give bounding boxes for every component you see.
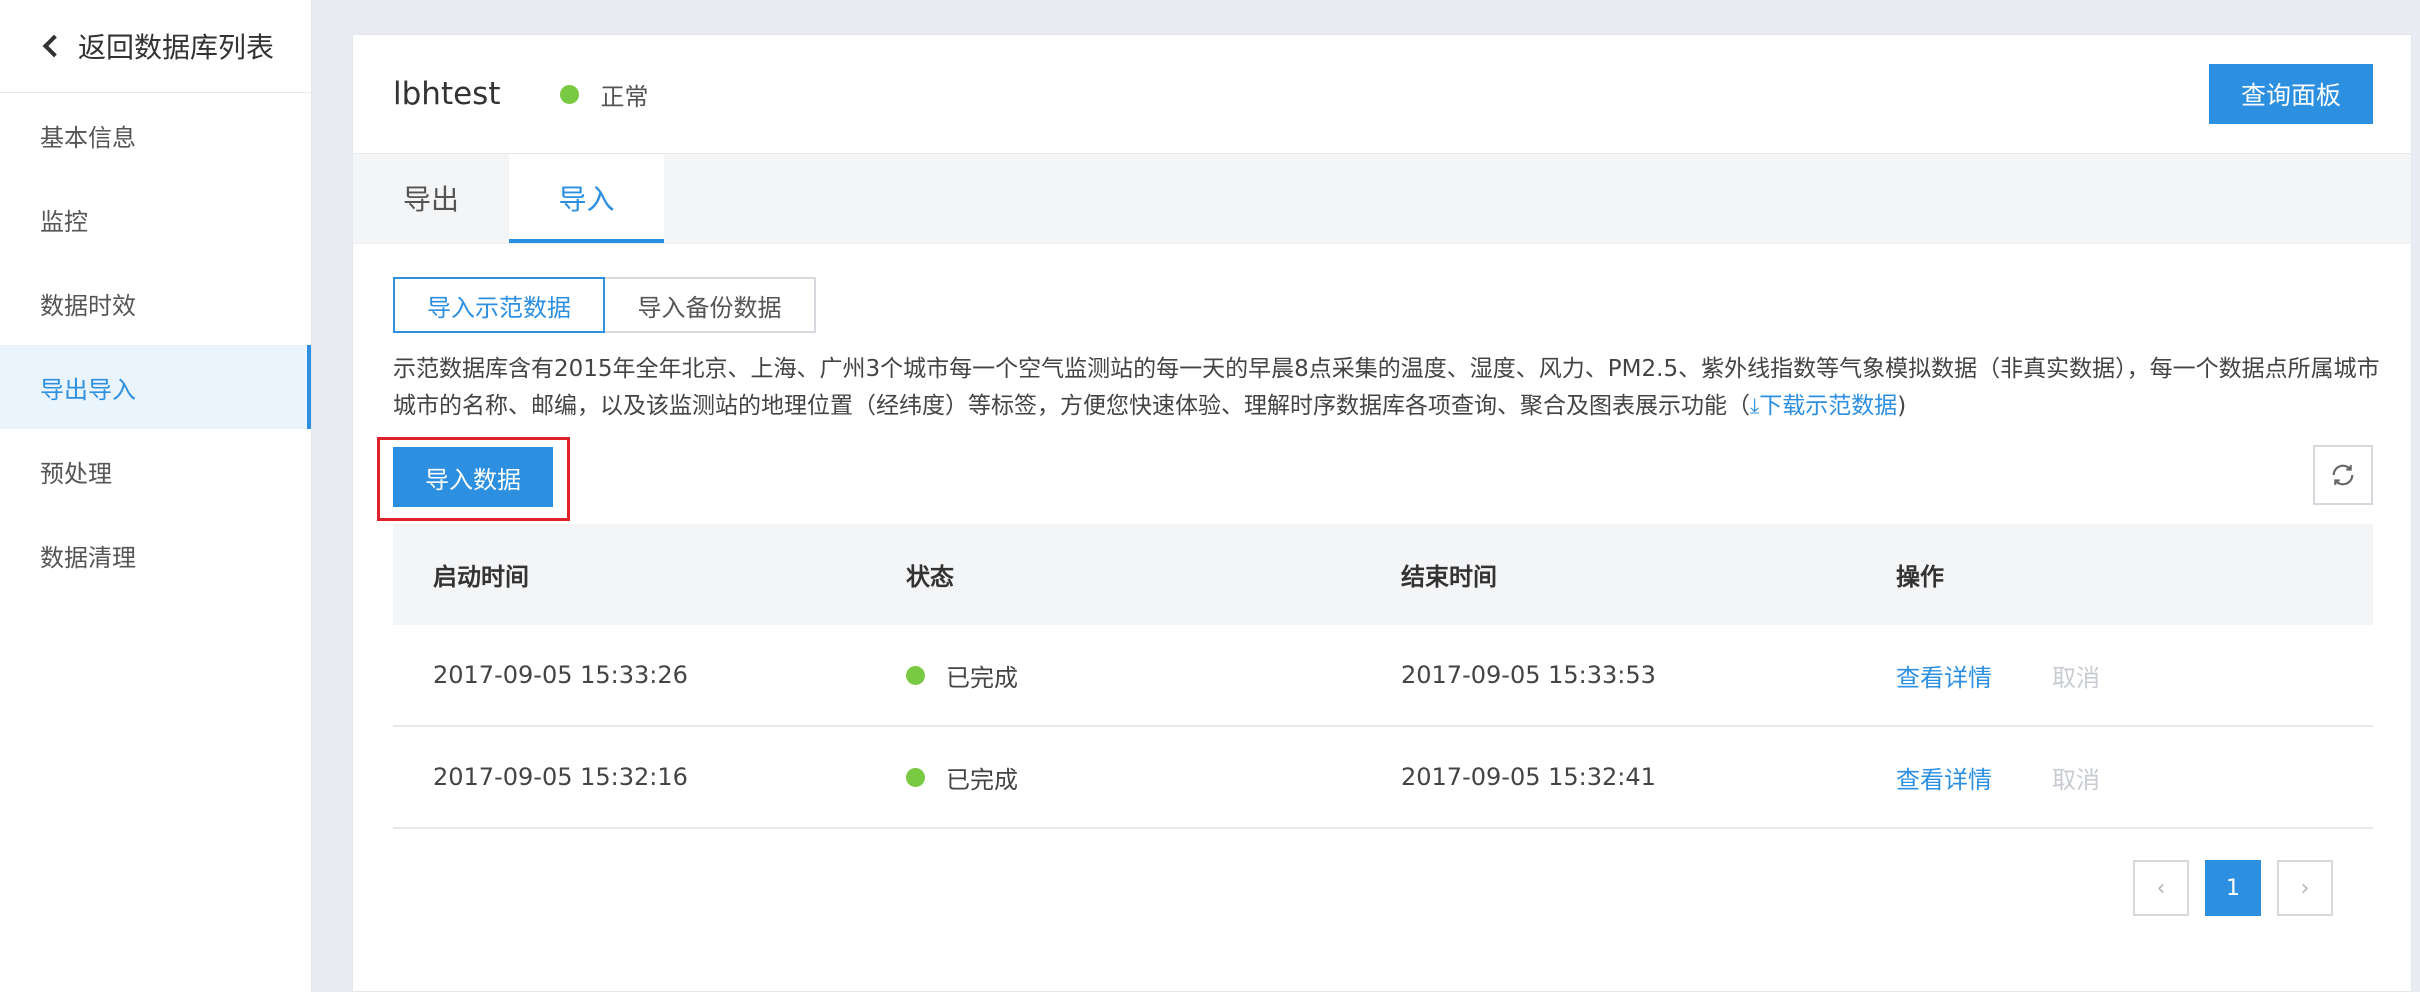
db-status: 正常: [600, 82, 649, 111]
sub-tab-import-demo[interactable]: 导入示范数据: [393, 277, 605, 333]
cell-actions: 查看详情 取消: [1856, 658, 2373, 693]
download-link-text: 下载示范数据: [1759, 393, 1898, 419]
cell-end-time: 2017-09-05 15:32:41: [1401, 763, 1656, 791]
status-dot-icon: [560, 84, 580, 104]
back-label: 返回数据库列表: [78, 31, 275, 64]
cell-start-time: 2017-09-05 15:33:26: [433, 661, 688, 689]
description-text: 示范数据库含有2015年全年北京、上海、广州3个城市每一个空气监测站的每一天的早…: [393, 356, 2380, 419]
tab-import[interactable]: 导入: [509, 153, 664, 243]
cancel-link: 取消: [2052, 765, 2100, 794]
cell-end-time: 2017-09-05 15:33:53: [1401, 661, 1656, 689]
sidebar-item-monitor[interactable]: 监控: [0, 177, 311, 261]
back-to-db-list-link[interactable]: 返回数据库列表: [0, 0, 311, 93]
col-header-start: 启动时间: [433, 563, 529, 591]
main-card: lbhtest 正常 查询面板 导出 导入 导入示范数据 导入备份数据 示范数据…: [352, 34, 2412, 992]
status-label: 已完成: [946, 765, 1018, 794]
sidebar-item-basic-info[interactable]: 基本信息: [0, 93, 311, 177]
success-dot-icon: [906, 767, 925, 787]
download-icon: ⤓: [1750, 394, 1760, 418]
tabs-bar: 导出 导入: [353, 153, 2411, 244]
sidebar-item-label: 基本信息: [40, 123, 136, 152]
db-name: lbhtest: [393, 76, 501, 112]
import-sub-tabs: 导入示范数据 导入备份数据: [393, 277, 816, 333]
import-data-button[interactable]: 导入数据: [393, 447, 553, 507]
col-header-actions: 操作: [1896, 563, 1944, 591]
description-suffix: ): [1897, 393, 1907, 419]
prev-page-button[interactable]: ‹: [2133, 860, 2189, 916]
sidebar: 返回数据库列表 基本信息 监控 数据时效 导出导入 预处理 数据清理: [0, 0, 312, 992]
sidebar-item-export-import[interactable]: 导出导入: [0, 345, 311, 429]
sidebar-item-data-cleanup[interactable]: 数据清理: [0, 513, 311, 597]
sidebar-item-preprocess[interactable]: 预处理: [0, 429, 311, 513]
sidebar-item-label: 导出导入: [40, 375, 136, 404]
sidebar-item-label: 数据清理: [40, 543, 136, 572]
cancel-link: 取消: [2052, 663, 2100, 692]
cell-status: 已完成: [866, 658, 1361, 693]
refresh-icon: [2332, 464, 2354, 486]
col-header-status: 状态: [906, 563, 954, 591]
status-label: 已完成: [946, 663, 1018, 692]
tab-export[interactable]: 导出: [353, 153, 509, 243]
col-header-end: 结束时间: [1401, 563, 1497, 591]
cell-status: 已完成: [866, 760, 1361, 795]
table-row: 2017-09-05 15:33:26 已完成 2017-09-05 15:33…: [393, 625, 2373, 727]
table-row: 2017-09-05 15:32:16 已完成 2017-09-05 15:32…: [393, 727, 2373, 829]
next-page-button[interactable]: ›: [2277, 860, 2333, 916]
demo-description: 示范数据库含有2015年全年北京、上海、广州3个城市每一个空气监测站的每一天的早…: [393, 351, 2383, 425]
db-header: lbhtest 正常 查询面板: [353, 35, 2411, 154]
success-dot-icon: [906, 665, 925, 685]
page-1-button[interactable]: 1: [2205, 860, 2261, 916]
table-header: 启动时间 状态 结束时间 操作: [393, 524, 2373, 625]
sidebar-item-label: 数据时效: [40, 291, 136, 320]
sidebar-item-label: 预处理: [40, 459, 112, 488]
download-demo-link[interactable]: ⤓下载示范数据: [1750, 393, 1897, 419]
chevron-left-icon: [42, 34, 66, 58]
sidebar-menu: 基本信息 监控 数据时效 导出导入 预处理 数据清理: [0, 93, 311, 597]
import-tasks-table: 启动时间 状态 结束时间 操作 2017-09-05 15:33:26 已完成 …: [393, 524, 2373, 829]
pagination: ‹ 1 ›: [2133, 860, 2333, 916]
sidebar-item-label: 监控: [40, 207, 88, 236]
cell-actions: 查看详情 取消: [1856, 760, 2373, 795]
query-panel-button[interactable]: 查询面板: [2209, 64, 2373, 124]
view-details-link[interactable]: 查看详情: [1896, 658, 1992, 693]
refresh-button[interactable]: [2313, 445, 2373, 505]
sub-tab-import-backup[interactable]: 导入备份数据: [605, 277, 816, 333]
sidebar-item-data-retention[interactable]: 数据时效: [0, 261, 311, 345]
cell-start-time: 2017-09-05 15:32:16: [433, 763, 688, 791]
view-details-link[interactable]: 查看详情: [1896, 760, 1992, 795]
